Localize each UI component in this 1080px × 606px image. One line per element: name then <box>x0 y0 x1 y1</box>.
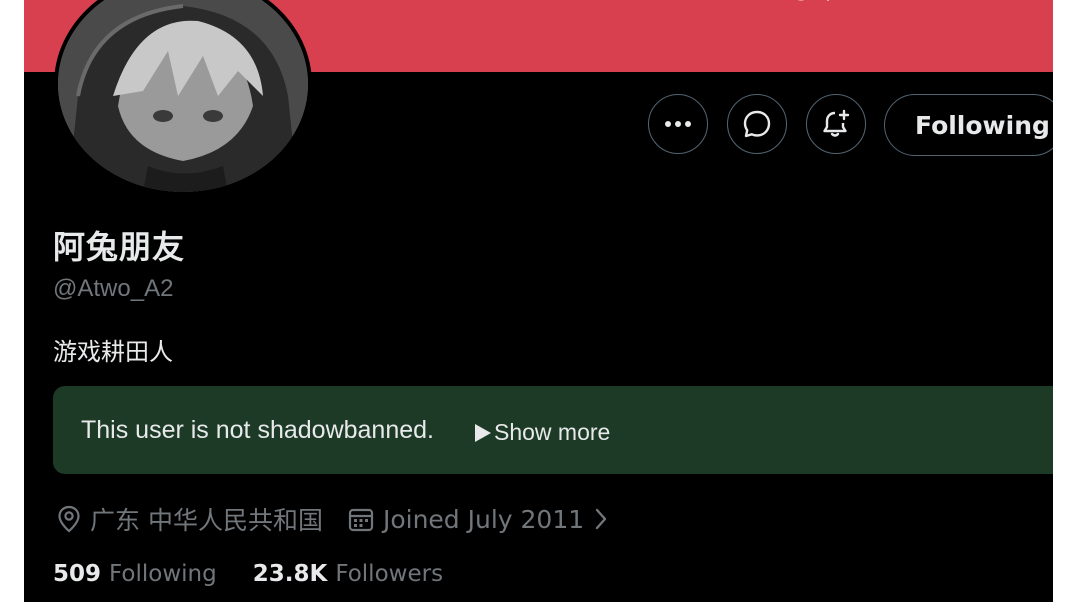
show-more-toggle[interactable]: Show more <box>475 419 610 446</box>
chevron-right-icon <box>595 508 607 530</box>
notifications-button[interactable] <box>806 94 866 154</box>
following-button-label: Following <box>915 110 1050 140</box>
message-bubble-icon <box>743 110 771 138</box>
shadowban-status-box: This user is not shadowbanned. Show more <box>53 386 1053 474</box>
calendar-icon <box>348 508 374 532</box>
user-handle: @Atwo_A2 <box>53 275 174 302</box>
joined-item[interactable]: Joined July 2011 <box>347 505 610 534</box>
following-label: Following <box>109 561 217 587</box>
location-pin-icon <box>58 505 80 533</box>
following-stat-link[interactable]: 509 Following <box>53 561 217 587</box>
profile-meta: 广东 中华人民共和国 Joined July 2011 <box>56 500 610 538</box>
following-button[interactable]: Following <box>884 94 1053 156</box>
message-button[interactable] <box>727 94 787 154</box>
followers-count: 23.8K <box>252 561 328 587</box>
location-text: 广东 中华人民共和国 <box>90 506 323 535</box>
more-horizontal-icon <box>665 121 691 127</box>
shadowban-status-text: This user is not shadowbanned. <box>81 416 434 444</box>
profile-bio: 游戏耕田人 <box>53 338 173 366</box>
display-name: 阿兔朋友 <box>53 228 186 266</box>
banner-artwork <box>798 0 829 2</box>
avatar[interactable] <box>54 0 312 196</box>
followers-label: Followers <box>335 561 444 587</box>
more-button[interactable] <box>648 94 708 154</box>
follow-stats: 509 Following 23.8K Followers <box>53 561 443 587</box>
avatar-image <box>58 0 308 192</box>
bell-plus-icon <box>823 109 850 137</box>
location-item: 广东 中华人民共和国 <box>56 501 323 537</box>
joined-text: Joined July 2011 <box>382 504 585 534</box>
followers-stat-link[interactable]: 23.8K Followers <box>253 561 443 587</box>
triangle-right-icon <box>475 423 491 442</box>
following-count: 509 <box>53 561 102 587</box>
show-more-label: Show more <box>494 419 611 445</box>
profile-page: Following 阿兔朋友 @Atwo_A2 游戏耕田人 This user … <box>24 0 1053 602</box>
